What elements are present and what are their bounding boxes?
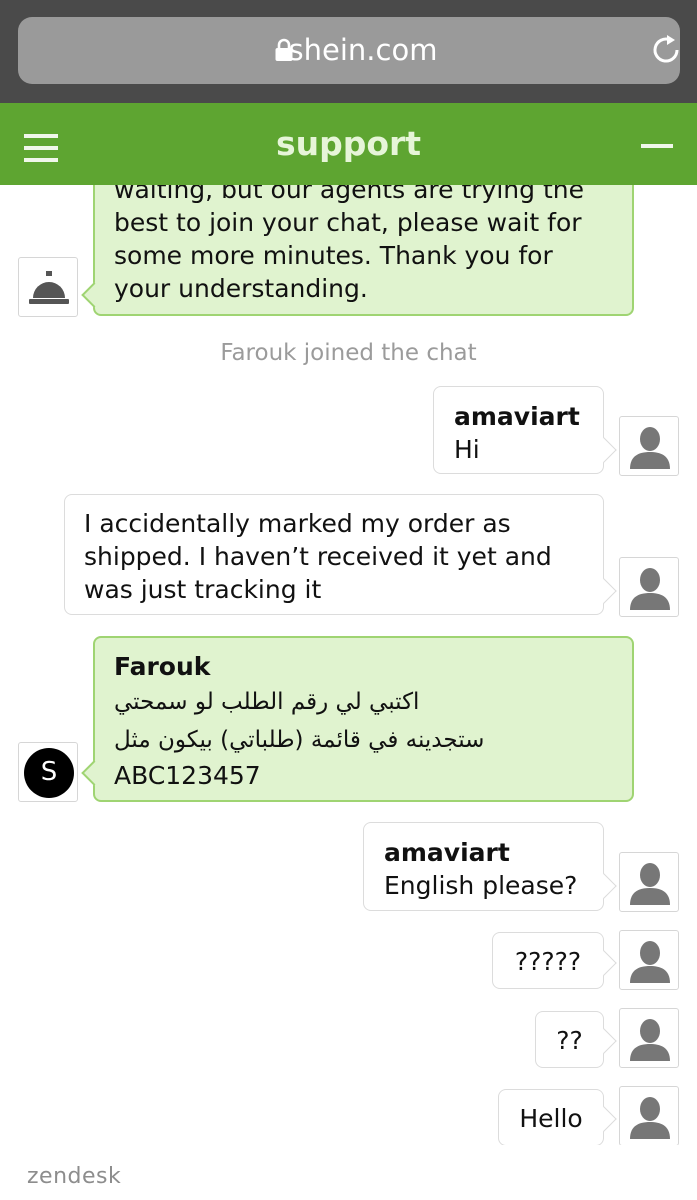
message-text: English please? <box>384 871 578 900</box>
user-silhouette-icon <box>630 1019 670 1061</box>
user-silhouette-icon <box>630 427 670 469</box>
system-message: Farouk joined the chat <box>220 340 477 366</box>
reload-icon[interactable] <box>649 33 683 67</box>
user-message-bubble: Hello <box>498 1089 604 1145</box>
message-line: ABC123457 <box>114 761 261 790</box>
zendesk-logo[interactable]: zendesk <box>27 1164 121 1189</box>
user-silhouette-icon <box>630 863 670 905</box>
message-line: some more minutes. Thank you for <box>114 241 553 270</box>
message-line: ستجدينه في قائمة (طلباتي) بيكون مثل <box>114 727 485 753</box>
user-message-bubble: amaviart English please? <box>363 822 604 911</box>
user-avatar <box>619 416 679 476</box>
user-message-bubble: ????? <box>492 932 604 989</box>
service-bell-icon <box>29 271 69 304</box>
message-line: was just tracking it <box>84 575 322 604</box>
bot-message-bubble: waiting, but our agents are trying the b… <box>93 185 634 316</box>
message-line: اكتبي لي رقم الطلب لو سمحتي <box>114 689 420 715</box>
message-line: shipped. I haven’t received it yet and <box>84 542 552 571</box>
message-sender: amaviart <box>454 402 580 431</box>
user-avatar <box>619 852 679 912</box>
bot-avatar <box>18 257 78 317</box>
agent-avatar: S <box>18 742 78 802</box>
url-text: shein.com <box>288 33 438 67</box>
message-line: waiting, but our agents are trying the <box>114 185 584 204</box>
user-avatar <box>619 1086 679 1145</box>
address-bar[interactable]: shein.com <box>18 17 680 84</box>
message-text: ????? <box>514 947 582 976</box>
user-avatar <box>619 930 679 990</box>
message-sender: Farouk <box>114 652 211 681</box>
message-line: I accidentally marked my order as <box>84 509 511 538</box>
browser-toolbar: shein.com <box>0 0 697 103</box>
user-silhouette-icon <box>630 1097 670 1139</box>
user-message-bubble: I accidentally marked my order as shippe… <box>64 494 604 615</box>
chat-header: support <box>0 103 697 185</box>
user-message-bubble: amaviart Hi <box>433 386 604 474</box>
user-avatar <box>619 557 679 617</box>
user-silhouette-icon <box>630 941 670 983</box>
minimize-icon[interactable] <box>641 144 673 148</box>
user-avatar <box>619 1008 679 1068</box>
chat-transcript[interactable]: waiting, but our agents are trying the b… <box>0 185 697 1145</box>
header-title: support <box>275 124 422 163</box>
message-text: Hi <box>454 435 480 464</box>
user-silhouette-icon <box>630 568 670 610</box>
agent-message-bubble: Farouk اكتبي لي رقم الطلب لو سمحتي ستجدي… <box>93 636 634 802</box>
message-line: best to join your chat, please wait for <box>114 208 582 237</box>
agent-avatar-letter: S <box>40 757 58 787</box>
message-text: Hello <box>519 1104 583 1133</box>
message-line: your understanding. <box>114 274 368 303</box>
message-sender: amaviart <box>384 838 510 867</box>
